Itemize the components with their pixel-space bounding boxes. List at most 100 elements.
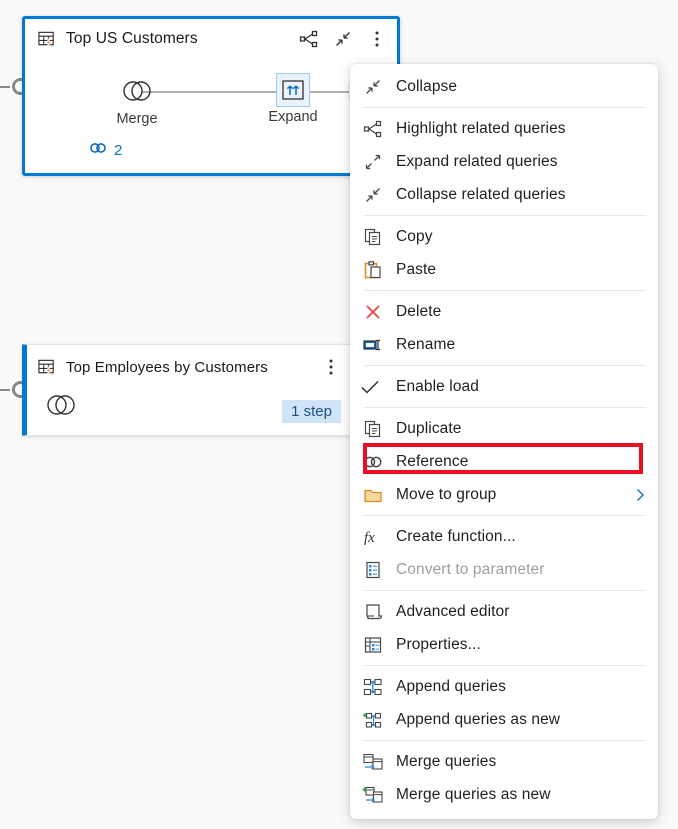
card-header-actions xyxy=(299,29,387,49)
more-options-icon[interactable] xyxy=(321,357,341,377)
rename-icon xyxy=(350,335,396,355)
function-icon: fx xyxy=(350,527,396,547)
menu-separator xyxy=(364,665,646,666)
merge-queries-icon xyxy=(350,752,396,772)
checkmark-icon xyxy=(350,377,390,397)
menu-item-label: Copy xyxy=(396,227,433,245)
highlight-related-queries-icon xyxy=(350,119,396,139)
collapse-icon[interactable] xyxy=(333,29,353,49)
collapse-icon xyxy=(350,77,396,97)
chevron-right-icon xyxy=(632,487,648,503)
menu-item-label: Rename xyxy=(396,335,456,353)
connector-line xyxy=(0,85,12,88)
delete-icon xyxy=(350,302,396,322)
parameter-icon xyxy=(350,560,396,580)
merge-queries-as-new-icon xyxy=(350,785,396,805)
step-label: Expand xyxy=(268,109,318,125)
menu-item-highlight-related-queries[interactable]: Highlight related queries xyxy=(350,112,658,145)
menu-item-enable-load[interactable]: Enable load xyxy=(350,370,658,403)
table-query-icon xyxy=(37,357,57,377)
expand-columns-icon xyxy=(276,73,310,107)
menu-item-label: Highlight related queries xyxy=(396,119,566,137)
advanced-editor-icon xyxy=(350,602,396,622)
menu-item-properties[interactable]: Properties... xyxy=(350,628,658,661)
query-context-menu[interactable]: Collapse Highlight related queries Expan… xyxy=(350,64,658,819)
append-queries-icon xyxy=(350,677,396,697)
menu-item-merge-queries-as-new[interactable]: Merge queries as new xyxy=(350,778,658,811)
menu-item-label: Create function... xyxy=(396,527,516,545)
menu-item-copy[interactable]: Copy xyxy=(350,220,658,253)
step-count-badge: 1 step xyxy=(282,400,341,423)
query-card-top-us-customers[interactable]: Top US Customers Merge Expand xyxy=(22,16,400,176)
menu-separator xyxy=(364,740,646,741)
duplicate-icon xyxy=(350,419,396,439)
menu-item-merge-queries[interactable]: Merge queries xyxy=(350,745,658,778)
menu-item-delete[interactable]: Delete xyxy=(350,295,658,328)
menu-item-label: Collapse xyxy=(396,77,458,95)
reference-count[interactable]: 2 xyxy=(88,140,122,160)
properties-icon xyxy=(350,635,396,655)
menu-item-label: Merge queries xyxy=(396,752,497,770)
merge-icon xyxy=(89,73,185,109)
menu-separator xyxy=(364,407,646,408)
menu-item-label: Duplicate xyxy=(396,419,462,437)
highlight-related-queries-icon[interactable] xyxy=(299,29,319,49)
card-step-strip: Merge Expand + xyxy=(25,61,397,127)
menu-item-paste[interactable]: Paste xyxy=(350,253,658,286)
menu-separator xyxy=(364,215,646,216)
menu-item-label: Merge queries as new xyxy=(396,785,551,803)
reference-link-icon xyxy=(88,140,108,160)
menu-separator xyxy=(364,590,646,591)
menu-item-expand-related-queries[interactable]: Expand related queries xyxy=(350,145,658,178)
connector-line xyxy=(0,388,12,391)
table-query-icon xyxy=(37,29,57,49)
append-queries-as-new-icon xyxy=(350,710,396,730)
more-options-icon[interactable] xyxy=(367,29,387,49)
menu-item-label: Advanced editor xyxy=(396,602,510,620)
paste-icon xyxy=(350,260,396,280)
menu-item-label: Convert to parameter xyxy=(396,560,545,578)
menu-item-label: Delete xyxy=(396,302,442,320)
step-expand[interactable]: Expand xyxy=(245,73,341,125)
menu-item-label: Reference xyxy=(396,452,469,470)
menu-item-label: Move to group xyxy=(396,485,497,503)
menu-item-append-queries[interactable]: Append queries xyxy=(350,670,658,703)
merge-icon xyxy=(43,387,79,423)
step-merge[interactable] xyxy=(43,387,79,423)
card-header: Top Employees by Customers xyxy=(27,345,351,389)
expand-related-queries-icon xyxy=(350,152,396,172)
menu-item-label: Collapse related queries xyxy=(396,185,566,203)
menu-item-label: Expand related queries xyxy=(396,152,558,170)
menu-separator xyxy=(364,515,646,516)
svg-text:fx: fx xyxy=(364,530,375,546)
menu-separator xyxy=(364,365,646,366)
menu-item-append-queries-as-new[interactable]: Append queries as new xyxy=(350,703,658,736)
menu-item-duplicate[interactable]: Duplicate xyxy=(350,412,658,445)
menu-item-move-to-group[interactable]: Move to group xyxy=(350,478,658,511)
card-title: Top US Customers xyxy=(66,30,198,47)
reference-link-icon xyxy=(350,453,396,471)
menu-separator xyxy=(364,107,646,108)
card-title: Top Employees by Customers xyxy=(66,358,268,376)
menu-item-convert-to-parameter[interactable]: Convert to parameter xyxy=(350,553,658,586)
copy-icon xyxy=(350,227,396,247)
menu-item-collapse[interactable]: Collapse xyxy=(350,70,658,103)
menu-item-create-function[interactable]: fx Create function... xyxy=(350,520,658,553)
reference-count-value: 2 xyxy=(114,141,123,159)
menu-separator xyxy=(364,290,646,291)
menu-item-label: Properties... xyxy=(396,635,481,653)
menu-item-rename[interactable]: Rename xyxy=(350,328,658,361)
menu-item-reference[interactable]: Reference xyxy=(350,445,658,478)
card-header: Top US Customers xyxy=(25,19,397,59)
diagram-canvas: Top US Customers Merge Expand 2 Top Empl… xyxy=(0,0,678,829)
menu-item-advanced-editor[interactable]: Advanced editor xyxy=(350,595,658,628)
menu-item-label: Append queries xyxy=(396,677,506,695)
menu-item-label: Append queries as new xyxy=(396,710,561,728)
query-card-top-employees-by-customers[interactable]: Top Employees by Customers 1 step xyxy=(22,344,352,436)
step-merge[interactable]: Merge xyxy=(89,73,185,127)
menu-item-label: Enable load xyxy=(396,377,479,395)
menu-item-collapse-related-queries[interactable]: Collapse related queries xyxy=(350,178,658,211)
collapse-related-queries-icon xyxy=(350,185,396,205)
card-header-actions xyxy=(321,357,341,377)
folder-icon xyxy=(350,485,396,505)
